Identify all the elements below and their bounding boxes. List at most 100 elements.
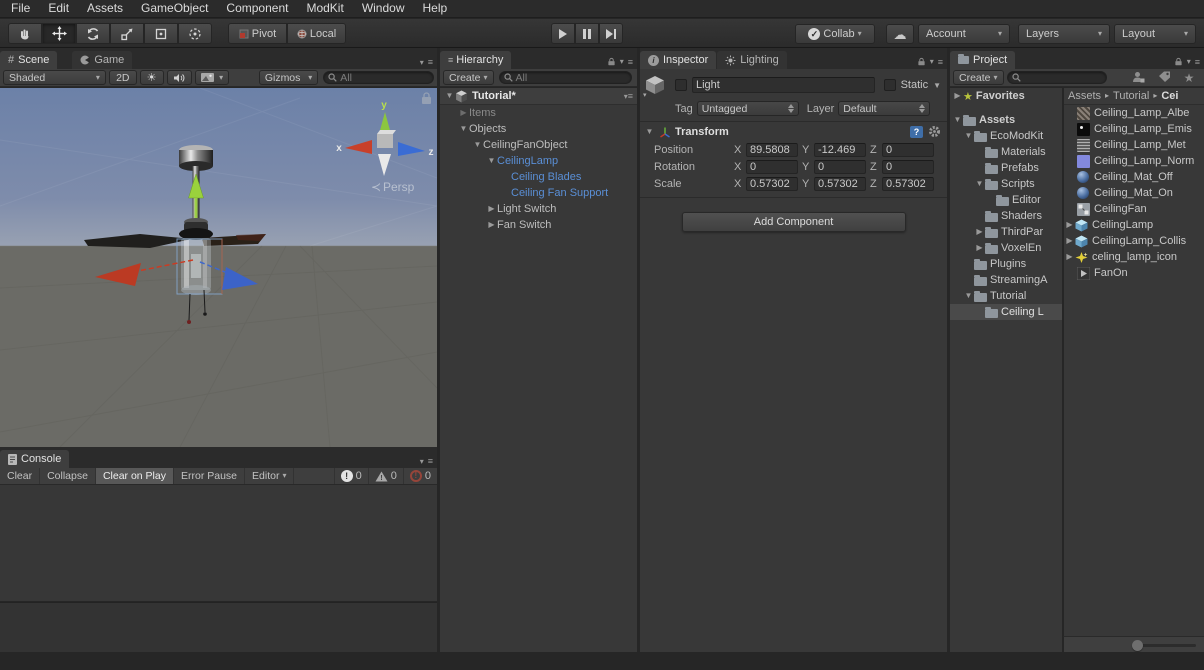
rotate-tool-button[interactable] — [76, 23, 110, 44]
console-clear-on-play-button[interactable]: Clear on Play — [95, 468, 174, 484]
lock-icon[interactable] — [917, 56, 926, 67]
layers-dropdown[interactable]: Layers ▾ — [1018, 24, 1110, 44]
menu-modkit[interactable]: ModKit — [297, 0, 352, 17]
tree-thirdparty[interactable]: ▶ ThirdPar — [950, 224, 1062, 240]
move-tool-button[interactable] — [42, 23, 76, 44]
tree-voxelengine[interactable]: ▶ VoxelEn — [950, 240, 1062, 256]
menu-file[interactable]: File — [2, 0, 39, 17]
hierarchy-item-fan-switch[interactable]: ▶ Fan Switch — [440, 217, 637, 233]
rotation-y-field[interactable]: 0 — [814, 159, 866, 174]
transform-tool-button[interactable] — [178, 23, 212, 44]
expand-arrow[interactable]: ▶ — [1064, 217, 1075, 233]
asset-fanon-animation[interactable]: FanOn — [1064, 265, 1204, 281]
add-component-button[interactable]: Add Component — [681, 212, 906, 232]
tree-ceiling-lamp-selected[interactable]: Ceiling L — [950, 304, 1062, 320]
asset-ceilingfan-controller[interactable]: CeilingFan — [1064, 201, 1204, 217]
tab-project[interactable]: Project — [950, 51, 1016, 69]
gameobject-name-field[interactable]: Light — [692, 77, 875, 93]
tab-inspector[interactable]: i Inspector — [640, 51, 717, 69]
project-panel-menu[interactable]: ▾ ≡ — [1174, 56, 1204, 69]
breadcrumb-leaf[interactable]: Cei — [1161, 90, 1178, 102]
tree-plugins[interactable]: Plugins — [950, 256, 1062, 272]
rotation-z-field[interactable]: 0 — [882, 159, 934, 174]
tree-materials[interactable]: Materials — [950, 144, 1062, 160]
asset-ceiling-lamp-albedo[interactable]: Ceiling_Lamp_Albe — [1064, 105, 1204, 121]
component-foldout-arrow[interactable]: ▼ — [644, 124, 655, 140]
project-create-dropdown[interactable]: Create ▾ — [953, 70, 1004, 85]
tab-console[interactable]: Console — [0, 450, 70, 468]
layer-dropdown[interactable]: Default — [838, 101, 931, 116]
expand-arrow[interactable]: ▶ — [1064, 249, 1075, 265]
hierarchy-search-input[interactable]: All — [498, 71, 632, 84]
console-detail-area[interactable] — [0, 602, 437, 652]
gameobject-icon[interactable]: ▾ — [643, 74, 670, 99]
zoom-slider-handle[interactable] — [1132, 640, 1143, 651]
position-x-field[interactable]: 89.5808 — [746, 142, 798, 157]
tree-tutorial[interactable]: ▼ Tutorial — [950, 288, 1062, 304]
layout-dropdown[interactable]: Layout ▾ — [1114, 24, 1196, 44]
search-by-label-button[interactable] — [1152, 71, 1176, 85]
pause-button[interactable] — [575, 23, 599, 44]
hierarchy-item-ceiling-fan-support[interactable]: Ceiling Fan Support — [440, 185, 637, 201]
gizmos-dropdown[interactable]: Gizmos ▾ — [258, 70, 319, 85]
hierarchy-item-ceilingfanobject[interactable]: ▼ CeilingFanObject — [440, 137, 637, 153]
hierarchy-create-dropdown[interactable]: Create ▾ — [443, 70, 494, 85]
breadcrumb-root[interactable]: Assets — [1068, 90, 1101, 102]
hierarchy-item-items[interactable]: ▶ Items — [440, 105, 637, 121]
asset-ceiling-lamp-emissive[interactable]: Ceiling_Lamp_Emis — [1064, 121, 1204, 137]
hierarchy-item-ceiling-blades[interactable]: Ceiling Blades — [440, 169, 637, 185]
account-dropdown[interactable]: Account ▾ — [918, 24, 1010, 44]
hierarchy-panel-menu[interactable]: ▾ ≡ — [607, 56, 637, 69]
console-log-area[interactable] — [0, 485, 437, 601]
scene-lighting-toggle[interactable]: ☀ — [139, 70, 164, 85]
console-collapse-button[interactable]: Collapse — [40, 468, 96, 484]
position-z-field[interactable]: 0 — [882, 142, 934, 157]
console-warning-filter[interactable]: ! 0 — [367, 468, 403, 484]
scale-tool-button[interactable] — [110, 23, 144, 44]
tag-dropdown[interactable]: Untagged — [696, 101, 799, 116]
scene-audio-toggle[interactable] — [166, 70, 193, 85]
asset-ceilinglamp-prefab[interactable]: ▶ CeilingLamp — [1064, 217, 1204, 233]
tree-assets[interactable]: ▼ Assets — [950, 112, 1062, 128]
menu-edit[interactable]: Edit — [39, 0, 78, 17]
scale-x-field[interactable]: 0.57302 — [746, 176, 798, 191]
tree-editor[interactable]: Editor — [950, 192, 1062, 208]
scene-search-input[interactable]: All — [323, 71, 435, 84]
static-checkbox[interactable] — [883, 79, 896, 91]
console-info-filter[interactable]: ! 0 — [333, 468, 368, 484]
tab-game[interactable]: Game — [72, 51, 133, 69]
scale-z-field[interactable]: 0.57302 — [882, 176, 934, 191]
active-checkbox[interactable] — [675, 79, 687, 91]
static-dropdown-arrow[interactable]: ▼ — [933, 81, 941, 90]
transform-component-header[interactable]: ▼ Transform ? — [640, 122, 947, 141]
asset-ceiling-lamp-metallic[interactable]: Ceiling_Lamp_Met — [1064, 137, 1204, 153]
favorites-filter-star-icon[interactable]: ★ — [1178, 71, 1200, 85]
asset-ceiling-mat-off[interactable]: Ceiling_Mat_Off — [1064, 169, 1204, 185]
rect-tool-button[interactable] — [144, 23, 178, 44]
tab-scene[interactable]: # Scene — [0, 51, 58, 69]
local-toggle-button[interactable]: Local — [287, 23, 346, 44]
tab-lighting[interactable]: Lighting — [717, 51, 787, 69]
expand-arrow[interactable]: ▼ — [444, 88, 455, 104]
hierarchy-item-objects[interactable]: ▼ Objects — [440, 121, 637, 137]
cloud-button[interactable]: ☁ — [886, 24, 914, 44]
tree-prefabs[interactable]: Prefabs — [950, 160, 1062, 176]
hierarchy-item-light-switch[interactable]: ▶ Light Switch — [440, 201, 637, 217]
project-search-input[interactable] — [1006, 71, 1107, 84]
breadcrumb-mid[interactable]: Tutorial — [1113, 90, 1149, 102]
menu-assets[interactable]: Assets — [78, 0, 132, 17]
console-error-filter[interactable]: ! 0 — [402, 468, 437, 484]
expand-arrow[interactable]: ▶ — [1064, 233, 1075, 249]
scene-effects-dropdown[interactable]: ▾ — [195, 70, 230, 85]
collab-dropdown[interactable]: ✓ Collab ▾ — [795, 24, 875, 44]
console-editor-dropdown[interactable]: Editor ▾ — [245, 468, 295, 484]
inspector-panel-menu[interactable]: ▾ ≡ — [917, 56, 947, 69]
asset-ceiling-lamp-icon-file[interactable]: ▶ celing_lamp_icon — [1064, 249, 1204, 265]
menu-help[interactable]: Help — [414, 0, 457, 17]
asset-ceiling-lamp-normal[interactable]: Ceiling_Lamp_Norm — [1064, 153, 1204, 169]
hand-tool-button[interactable] — [8, 23, 42, 44]
hierarchy-scene-row[interactable]: ▼ Tutorial* ▾≡ — [440, 88, 637, 105]
tree-streamingassets[interactable]: StreamingA — [950, 272, 1062, 288]
scene-row-menu-icon[interactable]: ▾≡ — [624, 91, 637, 101]
zoom-slider-track[interactable] — [1140, 644, 1196, 647]
